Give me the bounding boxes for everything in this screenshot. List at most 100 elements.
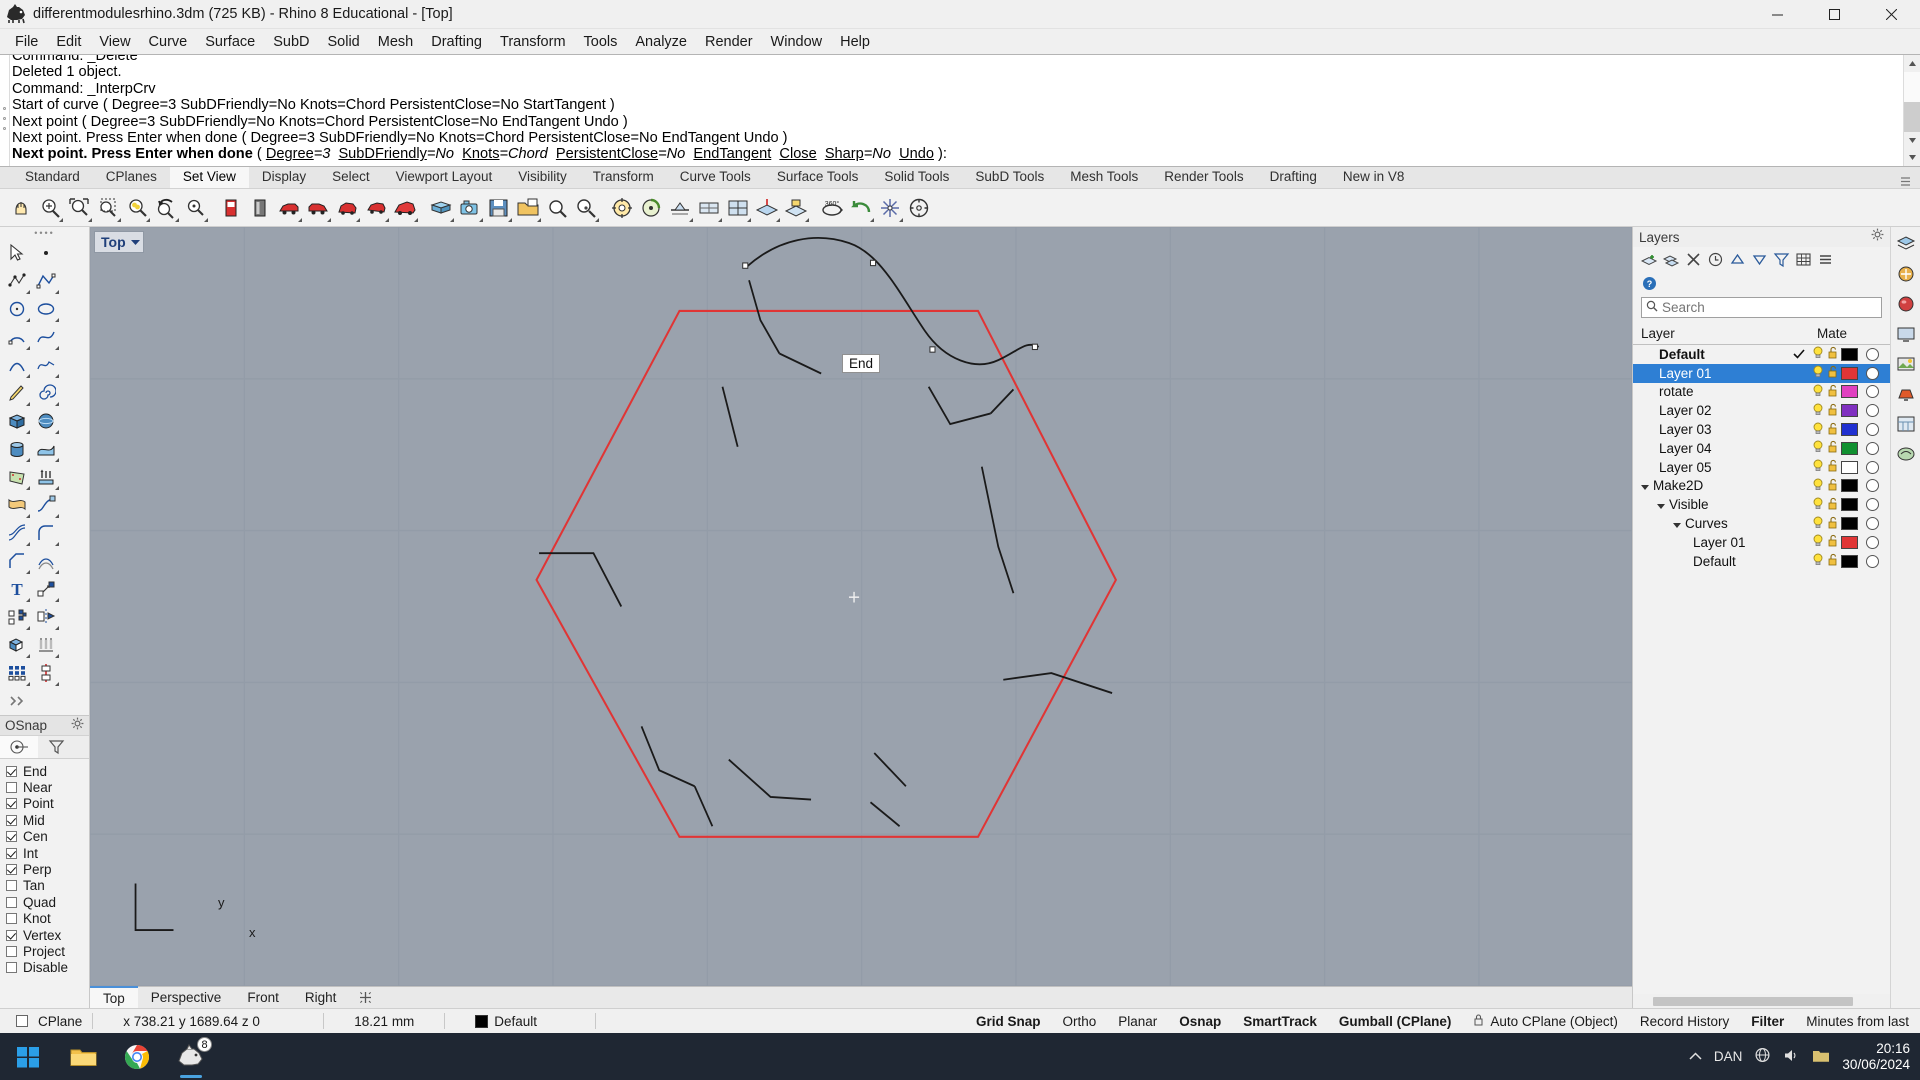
menu-tools[interactable]: Tools	[575, 31, 627, 53]
extrude-icon[interactable]	[31, 463, 60, 491]
table-row[interactable]: Layer 04	[1633, 439, 1890, 458]
menu-drafting[interactable]: Drafting	[422, 31, 491, 53]
tab-transform[interactable]: Transform	[580, 166, 667, 188]
zoom-dynamic-icon[interactable]	[180, 193, 209, 223]
current-layer-status[interactable]: Default	[445, 1009, 595, 1033]
layer-color-swatch[interactable]	[1841, 535, 1858, 549]
table-row[interactable]: Make2D	[1633, 477, 1890, 496]
table-row[interactable]: Layer 03	[1633, 420, 1890, 439]
circle-icon[interactable]	[2, 295, 31, 323]
delete-layer-icon[interactable]	[1683, 249, 1704, 270]
tab-visibility[interactable]: Visibility	[505, 166, 580, 188]
tab-solid-tools[interactable]: Solid Tools	[871, 166, 962, 188]
scroll-thumb[interactable]	[1904, 102, 1920, 132]
osnap-checkbox[interactable]	[6, 798, 17, 810]
offset-icon[interactable]	[31, 547, 60, 575]
layer-color-swatch[interactable]	[1841, 460, 1858, 474]
toggle-auto-cplane[interactable]: Auto CPlane (Object)	[1462, 1009, 1629, 1033]
zoom-window-icon[interactable]	[64, 193, 93, 223]
file-explorer-icon[interactable]	[56, 1033, 110, 1080]
osnap-option-mid[interactable]: Mid	[0, 812, 89, 828]
osnap-checkbox[interactable]	[6, 782, 17, 794]
view-right-red-icon[interactable]	[274, 193, 303, 223]
tab-mesh-tools[interactable]: Mesh Tools	[1057, 166, 1151, 188]
table-row[interactable]: Default	[1633, 552, 1890, 571]
lightbulb-icon[interactable]	[1812, 459, 1824, 475]
box-icon[interactable]	[2, 407, 31, 435]
tabstrip-overflow[interactable]	[1899, 175, 1920, 188]
help-icon[interactable]: ?	[1639, 273, 1660, 294]
view-left-red-icon[interactable]	[303, 193, 332, 223]
tab-display[interactable]: Display	[249, 166, 319, 188]
sphere-icon[interactable]	[31, 407, 60, 435]
unlock-icon[interactable]	[1827, 422, 1838, 438]
tab-surface-tools[interactable]: Surface Tools	[764, 166, 872, 188]
menu-analyze[interactable]: Analyze	[626, 31, 696, 53]
undo-layer-icon[interactable]	[1705, 249, 1726, 270]
new-layer-icon[interactable]	[1639, 249, 1660, 270]
ellipse-icon[interactable]	[31, 295, 60, 323]
unlock-icon[interactable]	[1827, 478, 1838, 494]
filter-tab-icon[interactable]	[38, 736, 76, 758]
unlock-icon[interactable]	[1827, 346, 1838, 362]
zoom-previous-icon[interactable]	[151, 193, 180, 223]
scroll-down-icon[interactable]	[1904, 132, 1920, 149]
osnap-option-int[interactable]: Int	[0, 845, 89, 861]
table-row[interactable]: Default	[1633, 345, 1890, 364]
camera-set-icon[interactable]	[426, 193, 455, 223]
table-row[interactable]: Layer 02	[1633, 401, 1890, 420]
spiral-icon[interactable]	[31, 379, 60, 407]
close-button[interactable]	[1863, 0, 1920, 28]
chevron-down-icon[interactable]	[130, 233, 140, 251]
material-circle-icon[interactable]	[1866, 517, 1879, 531]
rotate-view-icon[interactable]	[636, 193, 665, 223]
tray-folder-icon[interactable]	[1812, 1048, 1830, 1066]
osnap-option-end[interactable]: End	[0, 763, 89, 779]
boolean-icon[interactable]	[2, 631, 31, 659]
lightbulb-icon[interactable]	[1812, 553, 1824, 569]
viewport-tab-right[interactable]: Right	[292, 987, 350, 1008]
zoom-lens-icon[interactable]	[571, 193, 600, 223]
view-perspective-red-icon[interactable]	[390, 193, 419, 223]
viewport-canvas[interactable]	[90, 227, 1632, 986]
material-circle-icon[interactable]	[1866, 423, 1879, 437]
loft-icon[interactable]	[2, 491, 31, 519]
tab-curve-tools[interactable]: Curve Tools	[667, 166, 764, 188]
menu-help[interactable]: Help	[831, 31, 879, 53]
osnap-checkbox[interactable]	[6, 880, 17, 892]
show-hidden-icons-icon[interactable]	[1689, 1049, 1702, 1064]
render-panel-icon[interactable]	[1892, 349, 1920, 379]
layer-color-swatch[interactable]	[1841, 498, 1858, 512]
pan-icon[interactable]	[6, 193, 35, 223]
sidebar-drag-handle[interactable]: ••••	[0, 227, 89, 239]
freeform-curve-icon[interactable]	[31, 351, 60, 379]
expander-down-icon[interactable]	[1673, 523, 1681, 529]
menu-surface[interactable]: Surface	[196, 31, 264, 53]
rhino-icon[interactable]: 8	[164, 1033, 218, 1080]
maximize-button[interactable]	[1806, 0, 1863, 28]
undo-view-icon[interactable]	[846, 193, 875, 223]
move-down-icon[interactable]	[1749, 249, 1770, 270]
display-panel-icon[interactable]	[1892, 319, 1920, 349]
windows-start-icon[interactable]	[0, 1033, 56, 1080]
unlock-icon[interactable]	[1827, 534, 1838, 550]
layer-color-swatch[interactable]	[1841, 366, 1858, 380]
material-circle-icon[interactable]	[1866, 441, 1879, 455]
fillet-icon[interactable]	[31, 519, 60, 547]
conic-icon[interactable]	[2, 351, 31, 379]
named-views-icon[interactable]	[513, 193, 542, 223]
chamfer-icon[interactable]	[2, 547, 31, 575]
scroll-up-icon[interactable]	[1904, 55, 1920, 72]
tab-standard[interactable]: Standard	[12, 166, 93, 188]
menu-mesh[interactable]: Mesh	[369, 31, 422, 53]
layers-search-box[interactable]	[1641, 297, 1882, 318]
tab-subd-tools[interactable]: SubD Tools	[962, 166, 1057, 188]
lightbulb-icon[interactable]	[1812, 422, 1824, 438]
osnap-checkbox[interactable]	[6, 929, 17, 941]
tab-drafting[interactable]: Drafting	[1257, 166, 1330, 188]
lightbulb-icon[interactable]	[1812, 440, 1824, 456]
cplane-checkbox[interactable]	[16, 1015, 28, 1027]
table-row[interactable]: Layer 01	[1633, 533, 1890, 552]
toggle-planar[interactable]: Planar	[1107, 1009, 1168, 1033]
unlock-icon[interactable]	[1827, 497, 1838, 513]
